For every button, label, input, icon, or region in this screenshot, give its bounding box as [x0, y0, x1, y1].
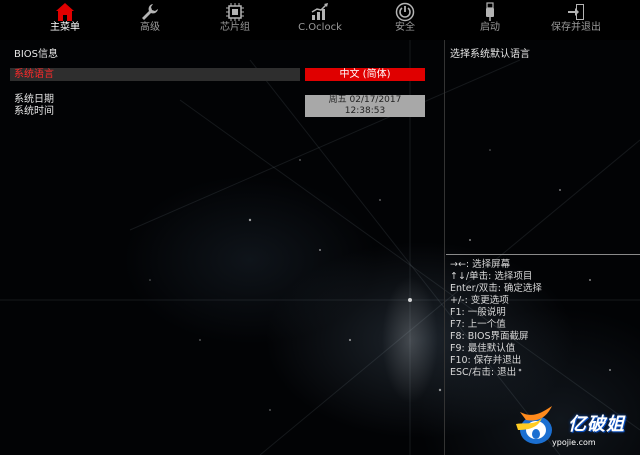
tab-main-menu-label: 主菜单: [50, 22, 80, 33]
system-time-label: 系统时间: [14, 106, 54, 117]
key-help-list: →←: 选择屏幕 ↑↓/单击: 选择项目 Enter/双击: 确定选择 +/-:…: [450, 259, 542, 379]
tab-advanced-label: 高级: [140, 22, 160, 33]
help-separator: [446, 254, 640, 255]
tab-security[interactable]: 安全: [370, 0, 440, 40]
tab-boot-label: 启动: [480, 22, 500, 33]
watermark-logo-icon: [516, 406, 552, 444]
key-help-item: Enter/双击: 确定选择: [450, 283, 542, 294]
tab-main-menu[interactable]: 主菜单: [30, 0, 100, 40]
tab-save-exit-label: 保存并退出: [551, 22, 601, 33]
watermark-url: ypojie.com: [552, 438, 596, 447]
overclock-chart-icon: [311, 3, 328, 20]
key-help-item: F9: 最佳默认值: [450, 343, 516, 354]
key-help-item: F10: 保存并退出: [450, 355, 522, 366]
wrench-icon: [142, 4, 158, 20]
help-description: 选择系统默认语言: [450, 49, 530, 60]
tab-chipset-label: 芯片组: [220, 22, 250, 33]
tab-security-label: 安全: [395, 22, 415, 33]
system-language-value[interactable]: 中文 (简体): [305, 68, 425, 81]
key-help-item: ESC/右击: 退出: [450, 367, 517, 378]
key-help-item: F1: 一般说明: [450, 307, 506, 318]
exit-door-icon: [568, 4, 584, 20]
usb-boot-icon: [486, 2, 494, 21]
system-date-field[interactable]: 周五 02/17/2017: [305, 95, 425, 106]
key-help-item: +/-: 变更选项: [450, 295, 509, 306]
security-power-icon: [395, 2, 415, 22]
key-help-item: F7: 上一个值: [450, 319, 506, 330]
chip-icon: [226, 3, 244, 21]
system-date-label: 系统日期: [14, 94, 54, 105]
key-help-item: F8: BIOS界面截屏: [450, 331, 529, 342]
site-watermark: 亿破姐 ypojie.com: [512, 404, 640, 455]
watermark-logo-text: 亿破姐: [568, 414, 625, 435]
bios-info-heading: BIOS信息: [14, 49, 59, 60]
system-time-field[interactable]: 12:38:53: [305, 106, 425, 117]
tab-chipset[interactable]: 芯片组: [200, 0, 270, 40]
tab-advanced[interactable]: 高级: [115, 0, 185, 40]
tab-boot[interactable]: 启动: [455, 0, 525, 40]
top-nav: 主菜单 高级 芯片组 C.Oclock 安全 启动 保存并退出: [0, 0, 640, 40]
tab-save-exit[interactable]: 保存并退出: [541, 0, 611, 40]
panel-divider: [444, 40, 445, 455]
system-language-label: 系统语言: [14, 69, 54, 80]
system-language-row[interactable]: 系统语言: [10, 68, 300, 81]
tab-coclock[interactable]: C.Oclock: [285, 0, 355, 40]
key-help-item: →←: 选择屏幕: [450, 259, 511, 270]
tab-coclock-label: C.Oclock: [298, 22, 342, 33]
home-icon: [56, 3, 74, 21]
key-help-item: ↑↓/单击: 选择项目: [450, 271, 533, 282]
